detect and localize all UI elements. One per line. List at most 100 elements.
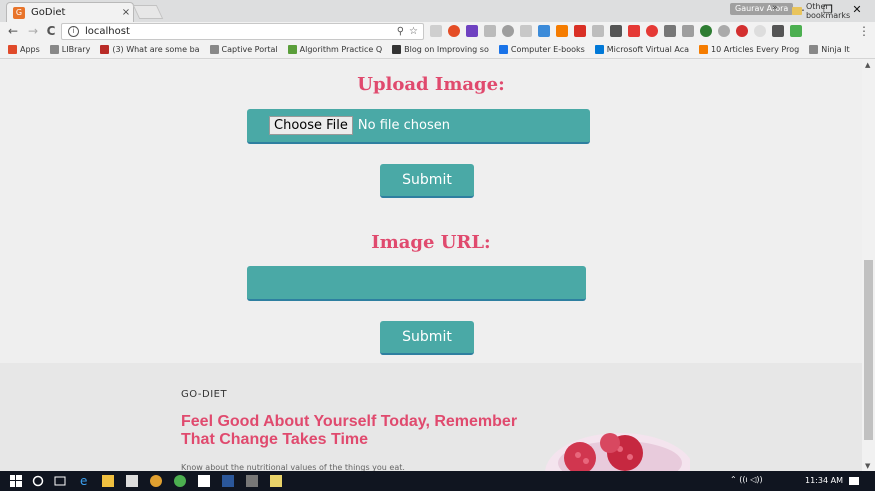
system-tray[interactable]: ⌃ ((ı ◁)) (730, 475, 763, 484)
bookmark-item[interactable]: Blog on Improving so (392, 45, 489, 54)
bookmark-label: Microsoft Virtual Aca (606, 45, 690, 54)
extension-icon[interactable] (430, 25, 442, 37)
image-url-input[interactable] (247, 266, 586, 301)
bookmark-item[interactable]: 10 Articles Every Prog (699, 45, 799, 54)
godiet-favicon-icon: G (13, 6, 25, 19)
app-icon[interactable] (198, 475, 210, 487)
extension-icon[interactable] (592, 25, 604, 37)
page-scrollbar[interactable]: ▲ ▼ (862, 60, 875, 471)
bookmark-favicon-icon (699, 45, 709, 54)
taskbar-clock[interactable]: 11:34 AM (805, 476, 843, 485)
extension-icon[interactable] (628, 25, 640, 37)
app-icon[interactable] (246, 475, 258, 487)
extension-icon[interactable] (790, 25, 802, 37)
bookmark-item[interactable]: Microsoft Virtual Aca (594, 45, 690, 54)
new-tab-button[interactable] (132, 5, 164, 19)
extension-icon[interactable] (610, 25, 622, 37)
bookmark-favicon-icon (594, 45, 604, 54)
address-bar[interactable]: i localhost ⚲ ☆ (61, 23, 424, 40)
back-icon[interactable]: ← (6, 24, 20, 38)
bookmark-item[interactable]: Algorithm Practice Q (287, 45, 383, 54)
search-icon[interactable] (32, 475, 44, 487)
extension-icon[interactable] (502, 25, 514, 37)
footer-tagline: Feel Good About Yourself Today, Remember… (181, 413, 518, 448)
chrome-menu-icon[interactable]: ⋮ (858, 24, 870, 38)
site-info-icon[interactable]: i (68, 26, 79, 37)
bookmark-favicon-icon (392, 45, 402, 54)
url-text[interactable]: localhost (85, 26, 397, 37)
extension-icon[interactable] (718, 25, 730, 37)
file-explorer-icon[interactable] (102, 475, 114, 487)
browser-toolbar: ← → C i localhost ⚲ ☆ ⋮ (0, 22, 875, 41)
bookmark-favicon-icon (209, 45, 219, 54)
bookmark-favicon-icon (49, 45, 59, 54)
task-view-icon[interactable] (54, 475, 66, 487)
profile-badge[interactable]: Gaurav Arora (730, 3, 794, 15)
bookmark-label: Ninja It (821, 45, 850, 54)
bookmark-item[interactable]: Captive Portal (209, 45, 278, 54)
footer-section: GO-DIET Feel Good About Yourself Today, … (0, 363, 862, 471)
raspberry-bowl-image (545, 433, 690, 471)
extension-icon[interactable] (682, 25, 694, 37)
notepad-icon[interactable] (270, 475, 282, 487)
extension-icon[interactable] (754, 25, 766, 37)
scrollbar-thumb[interactable] (864, 260, 873, 440)
extension-icon[interactable] (484, 25, 496, 37)
reload-icon[interactable]: C (44, 24, 58, 38)
forward-icon[interactable]: → (26, 24, 40, 38)
bookmarks-bar: Apps LIBrary (3) What are some ba Captive P… (0, 41, 875, 59)
extensions-strip (430, 25, 802, 37)
browser-titlebar: G GoDiet × Gaurav Arora — ❐ ✕ (0, 0, 875, 22)
bookmark-item[interactable]: Computer E-books (498, 45, 585, 54)
upload-submit-button[interactable]: Submit (380, 164, 474, 198)
other-bookmarks-label: Other bookmarks (805, 2, 851, 20)
bookmark-label: LIBrary (61, 45, 91, 54)
image-url-heading: Image URL: (371, 232, 491, 253)
bookmark-label: Blog on Improving so (404, 45, 489, 54)
upload-heading: Upload Image: (357, 74, 505, 95)
footer-subtext: Know about the nutritional values of the… (181, 463, 405, 471)
browser-tab[interactable]: G GoDiet × (6, 2, 134, 22)
tab-close-icon[interactable]: × (119, 7, 133, 18)
edge-icon[interactable]: e (80, 475, 92, 487)
scroll-up-icon[interactable]: ▲ (865, 61, 870, 69)
bookmark-favicon-icon (287, 45, 297, 54)
file-upload-field[interactable]: Choose File No file chosen (247, 109, 590, 144)
tray-icons[interactable]: ⌃ ((ı ◁)) (730, 475, 763, 484)
url-submit-button[interactable]: Submit (380, 321, 474, 355)
bookmark-item[interactable]: Apps (8, 45, 40, 54)
windows-start-icon[interactable] (10, 475, 22, 487)
bookmark-star-icon[interactable]: ☆ (409, 26, 418, 37)
bookmark-label: Apps (20, 45, 40, 54)
bookmark-item[interactable]: (3) What are some ba (100, 45, 200, 54)
bookmark-favicon-icon (809, 45, 819, 54)
extension-icon[interactable] (466, 25, 478, 37)
gmail-icon[interactable] (574, 25, 586, 37)
notification-icon[interactable] (848, 475, 860, 487)
bookmark-favicon-icon (100, 45, 110, 54)
bookmark-favicon-icon (8, 45, 17, 54)
extension-icon[interactable] (520, 25, 532, 37)
extension-icon[interactable] (448, 25, 460, 37)
opera-icon[interactable] (646, 25, 658, 37)
bookmark-item[interactable]: Ninja It (809, 45, 850, 54)
choose-file-button[interactable]: Choose File (269, 116, 353, 135)
extension-icon[interactable] (664, 25, 676, 37)
other-bookmarks[interactable]: Other bookmarks (792, 2, 875, 20)
scroll-down-icon[interactable]: ▼ (865, 462, 870, 470)
no-file-label: No file chosen (357, 118, 450, 133)
word-icon[interactable] (222, 475, 234, 487)
bookmark-item[interactable]: LIBrary (49, 45, 91, 54)
extension-icon[interactable] (700, 25, 712, 37)
extension-icon[interactable] (772, 25, 784, 37)
extension-icon[interactable] (538, 25, 550, 37)
bookmark-label: Algorithm Practice Q (299, 45, 383, 54)
extension-icon[interactable] (556, 25, 568, 37)
bookmark-favicon-icon (498, 45, 508, 54)
bookmarks-overflow-icon[interactable]: » (772, 3, 778, 13)
chrome-icon[interactable] (150, 475, 162, 487)
adblock-icon[interactable] (736, 25, 748, 37)
whatsapp-icon[interactable] (174, 475, 186, 487)
zoom-icon[interactable]: ⚲ (397, 26, 404, 37)
store-icon[interactable] (126, 475, 138, 487)
